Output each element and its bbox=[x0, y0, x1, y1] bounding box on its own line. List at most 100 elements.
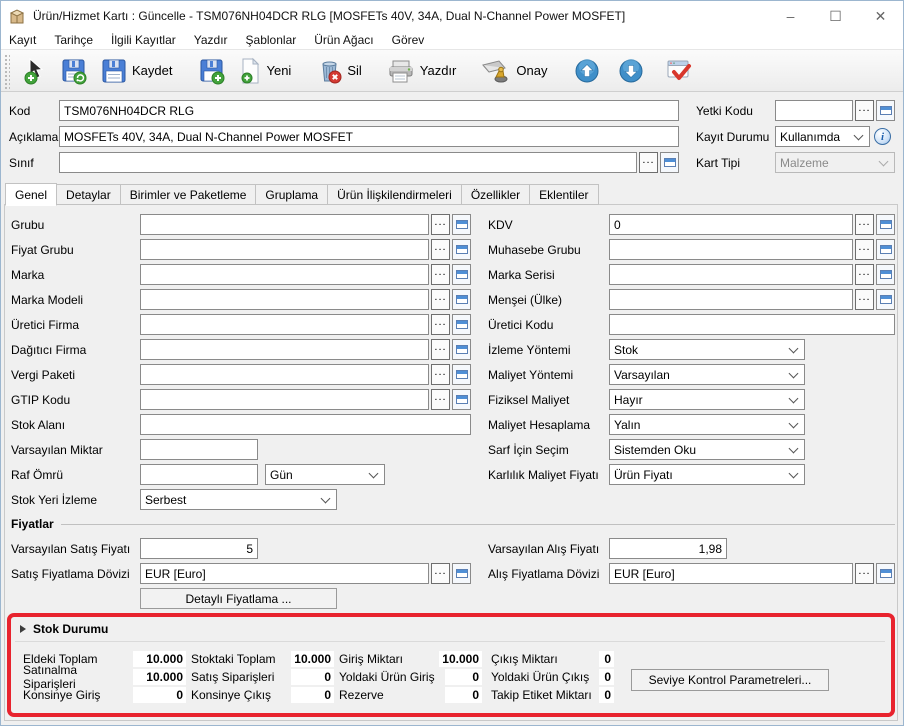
maliyet-hesaplama-select[interactable]: Yalın bbox=[609, 414, 805, 435]
grubu-input[interactable] bbox=[140, 214, 429, 235]
save-button[interactable]: Kaydet bbox=[94, 55, 178, 87]
vergi-paketi-open-button[interactable] bbox=[452, 364, 471, 385]
stok-alani-input[interactable] bbox=[140, 414, 471, 435]
close-button[interactable]: ✕ bbox=[858, 1, 903, 31]
mensei-ulke-open-button[interactable] bbox=[876, 289, 895, 310]
gtip-kodu-lookup-button[interactable]: ... bbox=[431, 389, 450, 410]
kdv-lookup-button[interactable]: ... bbox=[855, 214, 874, 235]
gtip-kodu-input[interactable] bbox=[140, 389, 429, 410]
minimize-button[interactable]: – bbox=[768, 1, 813, 31]
tab-birimler-ve-paketleme[interactable]: Birimler ve Paketleme bbox=[121, 184, 257, 205]
izleme-yontemi-select[interactable]: Stok bbox=[609, 339, 805, 360]
marka-serisi-lookup-button[interactable]: ... bbox=[855, 264, 874, 285]
tab-gruplama[interactable]: Gruplama bbox=[256, 184, 328, 205]
marka-modeli-lookup-button[interactable]: ... bbox=[431, 289, 450, 310]
tab-genel[interactable]: Genel bbox=[5, 183, 57, 206]
kdv-open-button[interactable] bbox=[876, 214, 895, 235]
marka-serisi-input[interactable] bbox=[609, 264, 853, 285]
marka-lookup-button[interactable]: ... bbox=[431, 264, 450, 285]
marka-modeli-open-button[interactable] bbox=[452, 289, 471, 310]
save-new-button[interactable] bbox=[192, 55, 232, 87]
print-button[interactable]: Yazdır bbox=[380, 55, 463, 87]
uretici-firma-open-button[interactable] bbox=[452, 314, 471, 335]
select-add-button[interactable] bbox=[16, 55, 54, 87]
vergi-paketi-lookup-button[interactable]: ... bbox=[431, 364, 450, 385]
stok-yeri-izleme-select[interactable]: Serbest bbox=[140, 489, 337, 510]
mensei-ulke-label: Menşei (Ülke) bbox=[488, 293, 609, 307]
fiyat-grubu-lookup-button[interactable]: ... bbox=[431, 239, 450, 260]
stok-column-4: Çıkış Miktarı0 Yoldaki Ürün Çıkış0 Takip… bbox=[491, 650, 614, 704]
muhasebe-grubu-open-button[interactable] bbox=[876, 239, 895, 260]
delete-button[interactable]: Sil bbox=[309, 55, 367, 87]
tab-eklentiler[interactable]: Eklentiler bbox=[530, 184, 598, 205]
menu-tarihce[interactable]: Tarihçe bbox=[54, 33, 102, 47]
seviye-kontrol-parametreleri-button[interactable]: Seviye Kontrol Parametreleri... bbox=[631, 669, 829, 691]
previous-record-button[interactable] bbox=[567, 55, 607, 87]
yetki-kodu-open-button[interactable] bbox=[876, 100, 895, 121]
yetki-kodu-lookup-button[interactable]: ... bbox=[855, 100, 874, 121]
uretici-firma-lookup-button[interactable]: ... bbox=[431, 314, 450, 335]
sinif-open-button[interactable] bbox=[660, 152, 679, 173]
alis-dovizi-open-button[interactable] bbox=[876, 563, 895, 584]
gtip-kodu-open-button[interactable] bbox=[452, 389, 471, 410]
aciklama-input[interactable] bbox=[59, 126, 679, 147]
muhasebe-grubu-lookup-button[interactable]: ... bbox=[855, 239, 874, 260]
sarf-icin-secim-select[interactable]: Sistemden Oku bbox=[609, 439, 805, 460]
approve-button[interactable]: Onay bbox=[474, 55, 553, 87]
alis-dovizi-input[interactable] bbox=[609, 563, 853, 584]
sinif-lookup-button[interactable]: ... bbox=[639, 152, 658, 173]
vergi-paketi-input[interactable] bbox=[140, 364, 429, 385]
yetki-kodu-input[interactable] bbox=[775, 100, 853, 121]
tab-ozellikler[interactable]: Özellikler bbox=[462, 184, 530, 205]
varsayilan-miktar-input[interactable] bbox=[140, 439, 258, 460]
mensei-ulke-lookup-button[interactable]: ... bbox=[855, 289, 874, 310]
dagitici-firma-open-button[interactable] bbox=[452, 339, 471, 360]
tab-urun-iliskilendirmeleri[interactable]: Ürün İlişkilendirmeleri bbox=[328, 184, 462, 205]
uretici-firma-input[interactable] bbox=[140, 314, 429, 335]
detayli-fiyatlama-button[interactable]: Detaylı Fiyatlama ... bbox=[140, 588, 337, 609]
muhasebe-grubu-input[interactable] bbox=[609, 239, 853, 260]
karlilik-maliyet-fiyati-select[interactable]: Ürün Fiyatı bbox=[609, 464, 805, 485]
dagitici-firma-input[interactable] bbox=[140, 339, 429, 360]
maliyet-yontemi-select[interactable]: Varsayılan bbox=[609, 364, 805, 385]
window-icon bbox=[456, 270, 468, 279]
fiyat-grubu-open-button[interactable] bbox=[452, 239, 471, 260]
tab-detaylar[interactable]: Detaylar bbox=[57, 184, 121, 205]
save-refresh-button[interactable] bbox=[54, 55, 94, 87]
new-button[interactable]: Yeni bbox=[232, 55, 297, 87]
raf-omru-input[interactable] bbox=[140, 464, 258, 485]
grubu-open-button[interactable] bbox=[452, 214, 471, 235]
menu-urun-agaci[interactable]: Ürün Ağacı bbox=[314, 33, 382, 47]
menu-kayit[interactable]: Kayıt bbox=[9, 33, 45, 47]
sinif-input[interactable] bbox=[59, 152, 637, 173]
raf-omru-unit-select[interactable]: Gün bbox=[265, 464, 385, 485]
satis-dovizi-open-button[interactable] bbox=[452, 563, 471, 584]
info-icon[interactable]: i bbox=[874, 128, 891, 145]
alis-dovizi-lookup-button[interactable]: ... bbox=[855, 563, 874, 584]
marka-modeli-input[interactable] bbox=[140, 289, 429, 310]
satis-dovizi-input[interactable] bbox=[140, 563, 429, 584]
next-record-button[interactable] bbox=[611, 55, 651, 87]
marka-input[interactable] bbox=[140, 264, 429, 285]
satis-fiyati-input[interactable] bbox=[140, 538, 258, 559]
uretici-kodu-input[interactable] bbox=[609, 314, 895, 335]
alis-fiyati-input[interactable] bbox=[609, 538, 727, 559]
kayit-durumu-select[interactable]: Kullanımda bbox=[775, 126, 870, 147]
maximize-button[interactable]: ☐ bbox=[813, 1, 858, 31]
marka-serisi-open-button[interactable] bbox=[876, 264, 895, 285]
stok-durumu-header[interactable]: Stok Durumu bbox=[20, 622, 108, 636]
apply-button[interactable] bbox=[659, 55, 701, 87]
kdv-input[interactable] bbox=[609, 214, 853, 235]
menu-sablonlar[interactable]: Şablonlar bbox=[246, 33, 306, 47]
satis-dovizi-lookup-button[interactable]: ... bbox=[431, 563, 450, 584]
menu-yazdir[interactable]: Yazdır bbox=[194, 33, 237, 47]
kod-input[interactable] bbox=[59, 100, 679, 121]
dagitici-firma-lookup-button[interactable]: ... bbox=[431, 339, 450, 360]
marka-open-button[interactable] bbox=[452, 264, 471, 285]
menu-gorev[interactable]: Görev bbox=[392, 33, 434, 47]
fiyat-grubu-input[interactable] bbox=[140, 239, 429, 260]
mensei-ulke-input[interactable] bbox=[609, 289, 853, 310]
menu-ilgili-kayitlar[interactable]: İlgili Kayıtlar bbox=[111, 33, 185, 47]
fiziksel-maliyet-select[interactable]: Hayır bbox=[609, 389, 805, 410]
grubu-lookup-button[interactable]: ... bbox=[431, 214, 450, 235]
